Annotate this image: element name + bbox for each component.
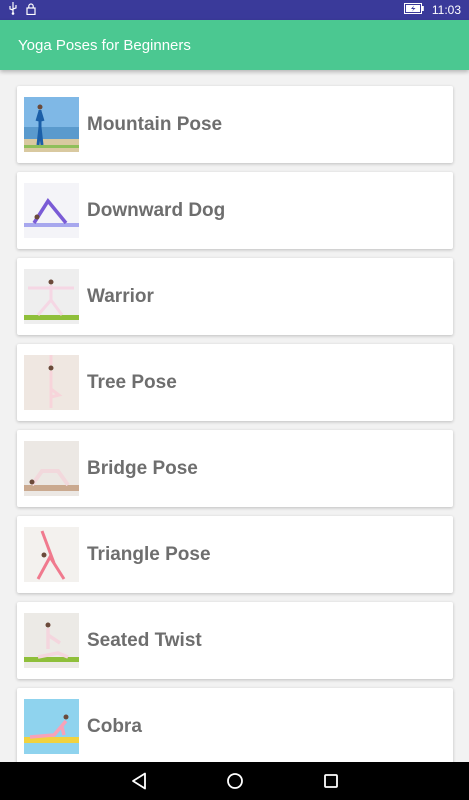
back-icon: [131, 772, 146, 790]
status-bar: 11:03: [0, 0, 469, 20]
pose-thumbnail-image: [24, 527, 79, 582]
pose-label: Warrior: [87, 285, 154, 307]
navigation-bar: [0, 762, 469, 800]
usb-icon: [8, 2, 18, 18]
home-icon: [226, 773, 243, 789]
status-left-icons: [8, 2, 36, 18]
pose-card-bridge-pose[interactable]: Bridge Pose: [17, 430, 453, 507]
pose-thumbnail-image: [24, 183, 79, 238]
pose-label: Triangle Pose: [87, 543, 211, 565]
pose-card-mountain-pose[interactable]: Mountain Pose: [17, 86, 453, 163]
pose-label: Downward Dog: [87, 199, 226, 221]
pose-thumbnail-image: [24, 97, 79, 152]
pose-card-tree-pose[interactable]: Tree Pose: [17, 344, 453, 421]
pose-label: Mountain Pose: [87, 113, 223, 135]
pose-thumbnail-image: [24, 613, 79, 668]
pose-label: Bridge Pose: [87, 457, 198, 479]
pose-card-seated-twist[interactable]: Seated Twist: [17, 602, 453, 679]
back-button[interactable]: [127, 769, 151, 793]
pose-thumbnail-image: [24, 441, 79, 496]
home-button[interactable]: [223, 769, 247, 793]
pose-thumbnail-image: [24, 699, 79, 754]
pose-card-cobra[interactable]: Cobra: [17, 688, 453, 762]
app-bar: Yoga Poses for Beginners: [0, 20, 469, 70]
pose-card-triangle-pose[interactable]: Triangle Pose: [17, 516, 453, 593]
pose-list[interactable]: Mountain Pose Downward Dog Warrior Tree …: [0, 70, 469, 762]
pose-label: Cobra: [87, 715, 142, 737]
lock-icon: [26, 2, 36, 18]
recents-icon: [323, 774, 338, 788]
clock: 11:03: [431, 3, 461, 17]
status-right: 11:03: [403, 3, 461, 17]
pose-card-downward-dog[interactable]: Downward Dog: [17, 172, 453, 249]
recents-button[interactable]: [319, 769, 343, 793]
pose-label: Seated Twist: [87, 629, 202, 651]
app-title: Yoga Poses for Beginners: [18, 36, 191, 54]
pose-card-warrior[interactable]: Warrior: [17, 258, 453, 335]
pose-thumbnail-image: [24, 355, 79, 410]
pose-thumbnail-image: [24, 269, 79, 324]
battery-charging-icon: [403, 3, 424, 17]
pose-label: Tree Pose: [87, 371, 177, 393]
